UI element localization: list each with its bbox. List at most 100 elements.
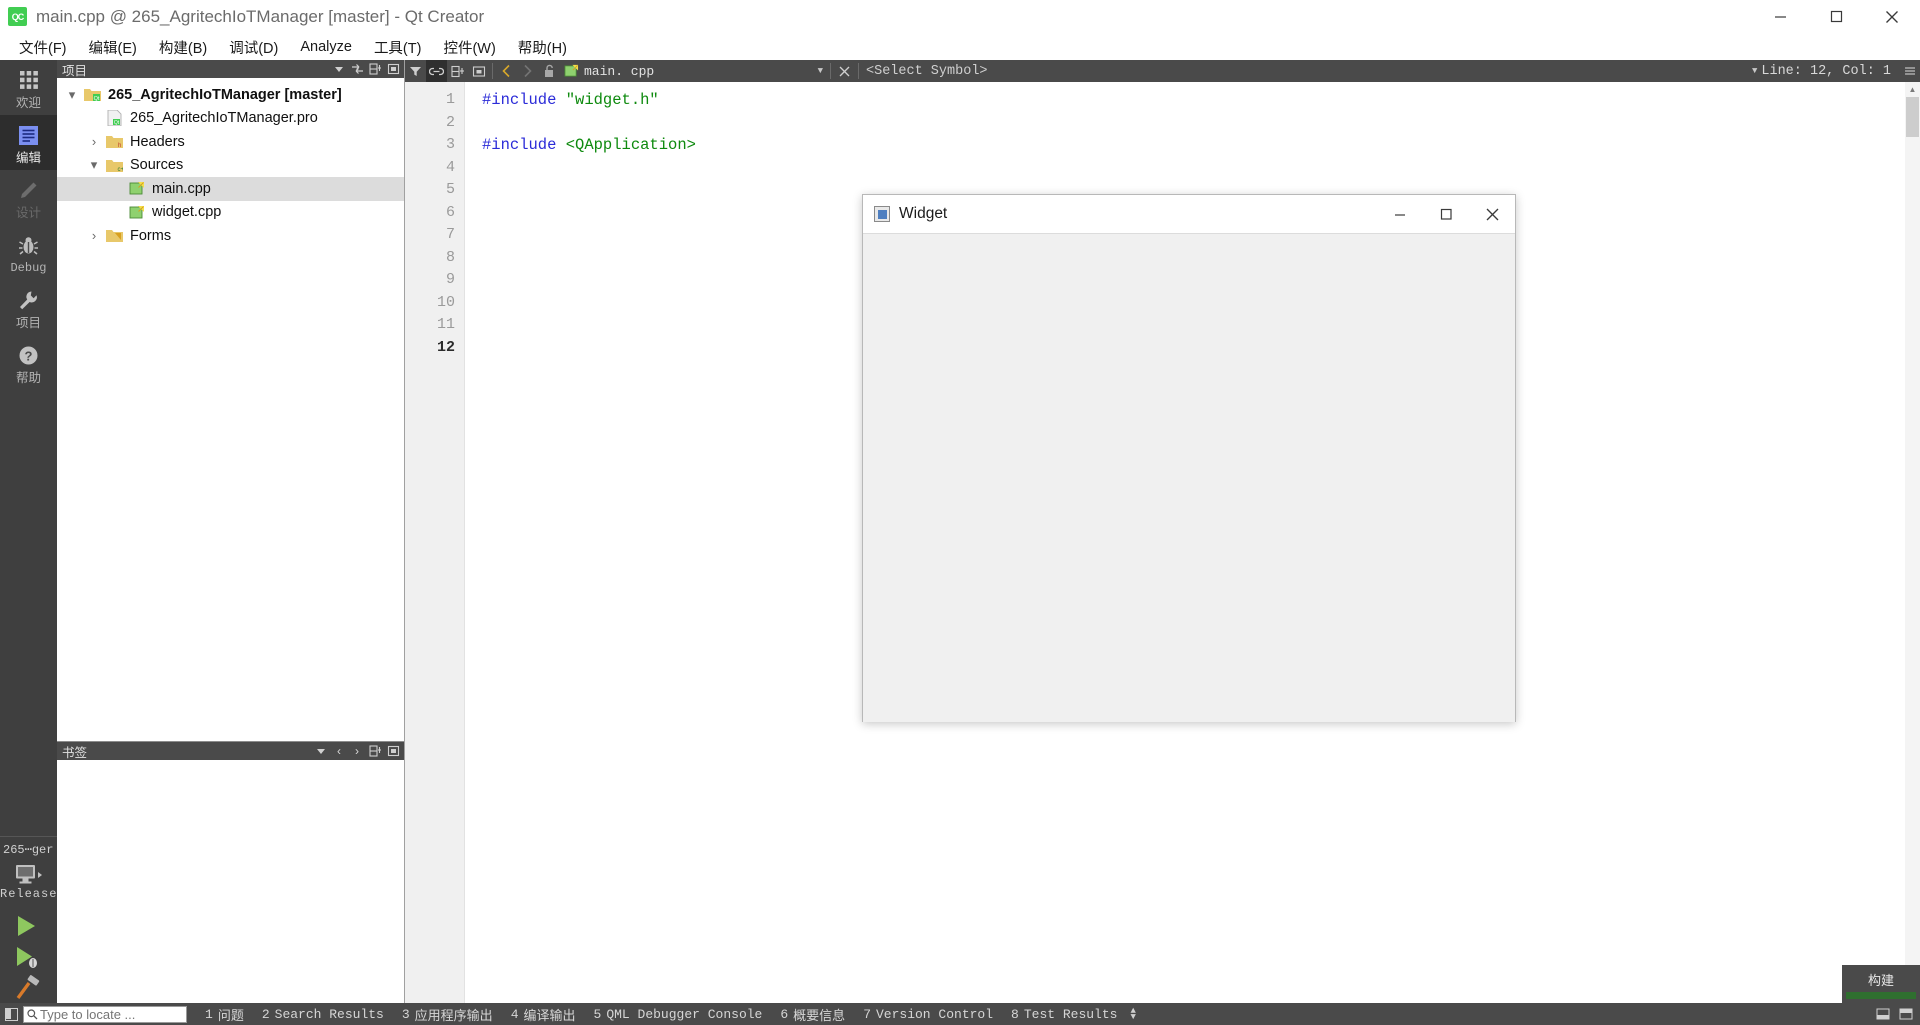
sidebar-item-projects[interactable]: 项目 [0,280,57,335]
link-icon[interactable] [426,60,447,82]
output-general[interactable]: 6 概要信息 [771,1003,854,1025]
output-label: QML Debugger Console [606,1006,763,1022]
maximize-output-icon[interactable] [1897,1007,1914,1021]
forward-arrow-icon[interactable] [517,60,538,82]
sidebar-item-debug[interactable]: Debug [0,225,57,280]
bookmarks-list[interactable] [57,760,404,1003]
scrollbar-thumb[interactable] [1906,97,1919,137]
menu-build[interactable]: 构建(B) [148,34,218,61]
minimize-output-icon[interactable] [1874,1007,1891,1021]
widget-window-body[interactable] [863,233,1515,722]
line-number-current: 12 [436,338,455,356]
line-number: 4 [445,158,455,176]
expander-down-icon[interactable]: ▾ [83,157,105,173]
widget-preview-window[interactable]: Widget [862,194,1516,722]
menu-edit[interactable]: 编辑(E) [78,34,148,61]
run-button[interactable] [0,910,57,941]
expander-right-icon[interactable]: › [83,134,105,149]
open-file-combo[interactable]: main. cpp ▼ [559,64,827,79]
menu-file[interactable]: 文件(F) [8,34,78,61]
back-arrow-icon[interactable] [496,60,517,82]
edit-icon [16,122,42,148]
widget-minimize-button[interactable] [1377,195,1423,233]
tree-row-sources[interactable]: ▾ c+ Sources [57,154,404,178]
widget-close-button[interactable] [1469,195,1515,233]
tree-row-forms[interactable]: › Forms [57,224,404,248]
symbol-selector-combo[interactable]: <Select Symbol> ▼ [862,64,1761,79]
output-qml-debugger[interactable]: 5 QML Debugger Console [585,1003,772,1025]
split-icon[interactable] [447,60,468,82]
project-pane-header: 项目 [57,60,404,78]
hammer-icon [16,974,40,999]
locator-field[interactable] [23,1005,187,1023]
menu-debug[interactable]: 调试(D) [218,34,289,61]
close-document-icon[interactable] [834,60,855,82]
project-tree[interactable]: ▾ Qt 265_AgritechIoTManager [master] Qt … [57,78,404,741]
output-version-control[interactable]: 7 Version Control [854,1003,1002,1025]
kit-name-label[interactable]: 265⋯ger [0,837,57,860]
sidebar-item-design[interactable]: 设计 [0,170,57,225]
kit-selector-section: 265⋯ger Release [0,836,57,1003]
split-icon[interactable] [367,744,383,759]
chevron-down-icon[interactable]: ▼ [818,66,827,76]
code-token: #include [482,136,566,154]
start-debugging-button[interactable] [0,941,57,972]
output-label: Version Control [876,1006,994,1022]
scroll-up-arrow-icon[interactable]: ▲ [1905,82,1920,97]
sidebar-item-help[interactable]: ? 帮助 [0,335,57,390]
line-number: 6 [445,203,455,221]
filter-dropdown-icon[interactable] [331,62,347,77]
widget-maximize-button[interactable] [1423,195,1469,233]
build-button[interactable] [0,972,57,1003]
symbol-placeholder: <Select Symbol> [866,63,988,79]
minimize-button[interactable] [1752,0,1808,34]
pro-file-icon: Qt [105,110,124,127]
close-icon[interactable] [385,62,401,77]
toggle-sidebar-button[interactable] [0,1003,23,1025]
close-split-icon[interactable] [468,60,489,82]
close-button[interactable] [1864,0,1920,34]
tree-row-project[interactable]: ▾ Qt 265_AgritechIoTManager [master] [57,83,404,107]
menu-help[interactable]: 帮助(H) [507,34,578,61]
build-progress-popup[interactable]: 构建 [1842,965,1920,1003]
filter-icon[interactable] [405,60,426,82]
prev-icon[interactable]: ‹ [331,744,347,759]
next-icon[interactable]: › [349,744,365,759]
chevron-down-icon[interactable]: ▼ [1752,66,1761,76]
output-label: 编译输出 [523,1007,576,1023]
locator-input[interactable] [40,1006,170,1022]
output-compile[interactable]: 4 编译输出 [502,1003,585,1025]
build-progress-label: 构建 [1867,972,1894,988]
output-search-results[interactable]: 2 Search Results [253,1003,393,1025]
close-icon[interactable] [385,744,401,759]
output-application[interactable]: 3 应用程序输出 [393,1003,502,1025]
output-test-results[interactable]: 8 Test Results [1002,1003,1126,1025]
sidebar-item-welcome[interactable]: 欢迎 [0,60,57,115]
tree-row-main-cpp[interactable]: main.cpp [57,177,404,201]
svg-text:Qt: Qt [114,120,120,126]
tree-row-headers[interactable]: › h Headers [57,130,404,154]
unlock-icon[interactable] [538,60,559,82]
expander-down-icon[interactable]: ▾ [61,87,83,103]
output-issues[interactable]: 1 问题 [196,1003,253,1025]
editor-options-icon[interactable] [1899,60,1920,82]
menu-tools[interactable]: 工具(T) [363,34,433,61]
expander-right-icon[interactable]: › [83,228,105,243]
maximize-button[interactable] [1808,0,1864,34]
editor-vertical-scrollbar[interactable]: ▲ ▼ [1905,82,1920,1003]
build-config-label[interactable]: Release [0,887,57,910]
kit-target-row[interactable] [0,860,57,887]
sidebar-item-edit[interactable]: 编辑 [0,115,57,170]
tree-row-widget-cpp[interactable]: widget.cpp [57,201,404,225]
output-pane-updown-icon[interactable]: ▲ ▼ [1126,1007,1139,1022]
output-number: 7 [863,1006,871,1022]
menubar: 文件(F) 编辑(E) 构建(B) 调试(D) Analyze 工具(T) 控件… [0,34,1920,60]
menu-widgets[interactable]: 控件(W) [432,34,506,61]
menu-analyze[interactable]: Analyze [289,36,363,58]
sync-icon[interactable] [349,62,365,77]
tree-row-pro-file[interactable]: Qt 265_AgritechIoTManager.pro [57,107,404,131]
split-icon[interactable] [367,62,383,77]
dropdown-icon[interactable] [313,744,329,759]
